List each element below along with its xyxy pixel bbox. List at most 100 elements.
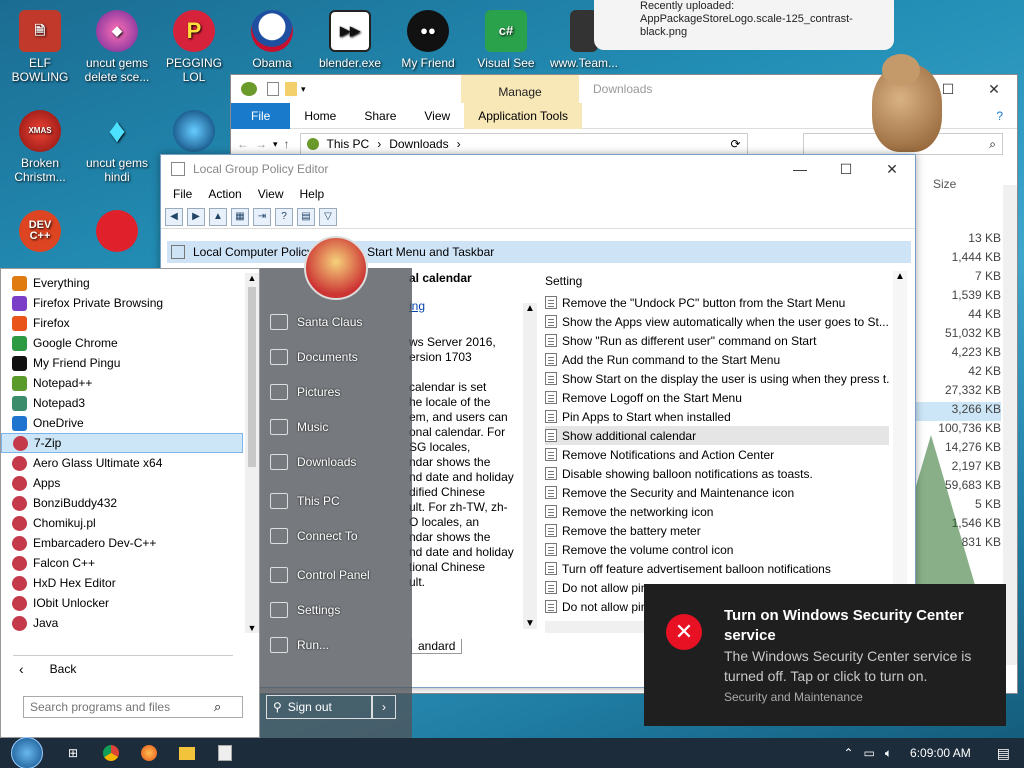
new-folder-icon[interactable] <box>285 82 297 96</box>
address-bar[interactable]: This PC › Downloads › ⟳ <box>299 133 748 155</box>
start-place-item[interactable]: Documents <box>260 339 412 374</box>
taskbar-chrome[interactable] <box>92 738 130 768</box>
chevron-up-icon[interactable]: ⌃ <box>843 746 853 760</box>
recent-chevron-icon[interactable]: ▾ <box>273 139 278 150</box>
taskbar-gpedit[interactable] <box>206 738 244 768</box>
back-arrow-icon[interactable]: ← <box>237 137 249 151</box>
program-item[interactable]: IObit Unlocker <box>1 593 243 613</box>
tab-share[interactable]: Share <box>350 103 410 129</box>
chevron-down-icon[interactable]: ▾ <box>301 84 306 95</box>
policy-setting-row[interactable]: Turn off feature advertisement balloon n… <box>545 559 889 578</box>
policy-setting-row[interactable]: Disable showing balloon notifications as… <box>545 464 889 483</box>
sign-out-button[interactable]: ⚲ Sign out <box>266 695 372 719</box>
desktop-icon-uncut-gems-hindi[interactable]: ♦ uncut gems hindi <box>77 104 157 184</box>
up-arrow-icon[interactable]: ↑ <box>284 137 290 151</box>
tab-standard[interactable]: andard <box>411 639 463 654</box>
desktop-icon-pegging[interactable]: P PEGGING LOL <box>154 4 234 84</box>
policy-setting-row[interactable]: Remove the Security and Maintenance icon <box>545 483 889 502</box>
start-search-box[interactable]: ⌕ <box>23 696 243 718</box>
start-button[interactable] <box>0 737 54 768</box>
scroll-down-icon[interactable]: ▼ <box>245 623 259 633</box>
taskbar-firefox[interactable] <box>130 738 168 768</box>
network-icon[interactable]: ▭ <box>864 746 875 760</box>
start-search-input[interactable] <box>30 700 214 714</box>
start-place-item[interactable]: Connect To <box>260 518 412 553</box>
program-item[interactable]: Java <box>1 613 243 633</box>
program-item[interactable]: 7-Zip <box>1 433 243 453</box>
start-place-item[interactable]: Santa Claus <box>260 304 412 339</box>
policy-setting-row[interactable]: Show additional calendar <box>545 426 889 445</box>
program-item[interactable]: Firefox Private Browsing <box>1 293 243 313</box>
breadcrumb-this-pc[interactable]: This PC <box>327 137 370 151</box>
gpedit-titlebar[interactable]: Local Group Policy Editor — ☐ ✕ <box>161 155 915 183</box>
program-item[interactable]: BonziBuddy432 <box>1 493 243 513</box>
filter-icon[interactable]: ▽ <box>319 207 337 226</box>
scroll-up-icon[interactable]: ▲ <box>523 303 537 314</box>
shutdown-options-button[interactable]: › <box>372 695 396 719</box>
clock[interactable]: 6:09:00 AM <box>910 746 971 760</box>
show-hide-tree-icon[interactable]: ▦ <box>231 207 249 226</box>
action-center-icon[interactable]: ▤ <box>997 745 1010 762</box>
forward-arrow-icon[interactable]: → <box>255 137 267 151</box>
menu-view[interactable]: View <box>250 187 292 201</box>
edit-policy-link[interactable]: ing <box>409 299 521 313</box>
program-item[interactable]: OneDrive <box>1 413 243 433</box>
start-place-item[interactable]: Pictures <box>260 374 412 409</box>
help-icon[interactable]: ? <box>996 109 1003 123</box>
policy-setting-row[interactable]: Show Start on the display the user is us… <box>545 369 889 388</box>
setting-column-header[interactable]: Setting <box>545 271 889 293</box>
start-place-item[interactable]: This PC <box>260 483 412 518</box>
tab-file[interactable]: File <box>231 102 291 129</box>
menu-file[interactable]: File <box>165 187 200 201</box>
desktop-icon-my-friend[interactable]: ●● My Friend <box>388 4 468 82</box>
program-item[interactable]: My Friend Pingu <box>1 353 243 373</box>
description-scrollbar[interactable]: ▲ ▼ <box>523 303 537 629</box>
scroll-up-icon[interactable]: ▲ <box>245 273 259 283</box>
tab-application-tools[interactable]: Application Tools <box>464 102 583 129</box>
desktop-icon-broken-christmas[interactable]: XMAS Broken Christm... <box>0 104 80 184</box>
policy-setting-row[interactable]: Show the Apps view automatically when th… <box>545 312 889 331</box>
up-folder-icon[interactable]: ▲ <box>209 207 227 226</box>
maximize-button[interactable]: ☐ <box>823 155 869 183</box>
manage-tab[interactable]: Manage <box>461 75 579 103</box>
policy-setting-row[interactable]: Add the Run command to the Start Menu <box>545 350 889 369</box>
desktop-icon-visual-see[interactable]: c# Visual See <box>466 4 546 82</box>
settings-scrollbar[interactable]: ▲ <box>893 271 907 621</box>
close-button[interactable]: ✕ <box>869 155 915 183</box>
program-scrollbar[interactable]: ▲ ▼ <box>245 273 259 633</box>
program-item[interactable]: Firefox <box>1 313 243 333</box>
program-item[interactable]: Notepad3 <box>1 393 243 413</box>
close-button[interactable]: ✕ <box>971 75 1017 103</box>
start-place-item[interactable]: Run... <box>260 627 412 662</box>
menu-action[interactable]: Action <box>200 187 249 201</box>
properties-icon[interactable] <box>267 82 279 96</box>
policy-setting-row[interactable]: Remove the battery meter <box>545 521 889 540</box>
policy-setting-row[interactable]: Remove Notifications and Action Center <box>545 445 889 464</box>
tab-view[interactable]: View <box>410 103 464 129</box>
refresh-icon[interactable]: ⟳ <box>730 137 740 151</box>
program-item[interactable]: Aero Glass Ultimate x64 <box>1 453 243 473</box>
program-item[interactable]: Google Chrome <box>1 333 243 353</box>
scrollbar-thumb[interactable] <box>248 287 256 467</box>
desktop-icon-elf-bowling[interactable]: 🗎 ELF BOWLING <box>0 4 80 84</box>
program-item[interactable]: Everything <box>1 273 243 293</box>
start-place-item[interactable]: Settings <box>260 592 412 627</box>
properties-icon[interactable]: ▤ <box>297 207 315 226</box>
program-item[interactable]: Chomikuj.pl <box>1 513 243 533</box>
size-column-header[interactable]: Size <box>933 177 956 191</box>
upload-notification[interactable]: Recently uploaded: AppPackageStoreLogo.s… <box>594 0 894 50</box>
policy-setting-row[interactable]: Remove the "Undock PC" button from the S… <box>545 293 889 312</box>
tree-root-label[interactable]: Local Computer Policy <box>193 245 313 259</box>
user-avatar[interactable] <box>304 236 368 300</box>
start-place-item[interactable]: Downloads <box>260 444 412 479</box>
desktop-icon-uncut-gems[interactable]: ◆ uncut gems delete sce... <box>77 4 157 84</box>
policy-setting-row[interactable]: Remove Logoff on the Start Menu <box>545 388 889 407</box>
scroll-down-icon[interactable]: ▼ <box>523 618 537 629</box>
desktop-icon-obama[interactable]: Obama <box>232 4 312 82</box>
volume-icon[interactable]: 🔈︎ <box>885 746 892 761</box>
program-item[interactable]: HxD Hex Editor <box>1 573 243 593</box>
policy-setting-row[interactable]: Remove the volume control icon <box>545 540 889 559</box>
security-toast[interactable]: ✕ Turn on Windows Security Center servic… <box>644 584 1006 726</box>
program-item[interactable]: Embarcadero Dev-C++ <box>1 533 243 553</box>
tab-home[interactable]: Home <box>290 103 350 129</box>
